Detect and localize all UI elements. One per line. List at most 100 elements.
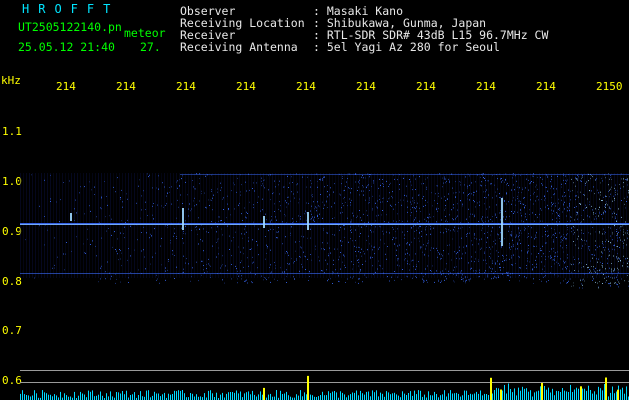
noise-dot xyxy=(311,194,312,196)
noise-dot xyxy=(617,279,618,281)
noise-dot xyxy=(241,275,242,277)
noise-dot xyxy=(473,194,474,196)
noise-dot xyxy=(476,270,477,272)
noise-dot xyxy=(427,281,428,283)
noise-dot xyxy=(596,178,597,180)
noise-dot xyxy=(276,219,277,221)
noise-dot xyxy=(227,269,228,271)
noise-dot xyxy=(356,255,357,257)
noise-dot xyxy=(157,204,158,206)
power-bar xyxy=(484,393,485,400)
noise-dot xyxy=(546,242,547,244)
noise-dot xyxy=(438,208,439,210)
noise-dot xyxy=(592,176,593,178)
noise-dot xyxy=(426,188,427,190)
noise-dot xyxy=(366,187,367,189)
noise-dot xyxy=(210,274,211,276)
noise-dot xyxy=(235,265,236,267)
noise-dot xyxy=(144,256,145,258)
grid-column xyxy=(41,173,42,278)
noise-dot xyxy=(529,183,530,185)
power-bar xyxy=(574,389,575,400)
noise-dot xyxy=(498,255,499,257)
noise-dot xyxy=(623,231,624,233)
noise-dot xyxy=(617,284,618,286)
noise-dot xyxy=(344,189,345,191)
noise-dot xyxy=(611,270,612,272)
noise-dot xyxy=(368,235,369,237)
noise-dot xyxy=(517,195,518,197)
noise-dot xyxy=(168,260,169,262)
grid-column xyxy=(23,173,24,278)
noise-dot xyxy=(54,264,55,266)
noise-dot xyxy=(453,269,454,271)
grid-column xyxy=(524,173,525,278)
grid-column xyxy=(548,173,549,278)
grid-column xyxy=(98,173,99,278)
noise-dot xyxy=(623,229,624,231)
noise-dot xyxy=(533,278,534,280)
noise-dot xyxy=(156,274,157,276)
noise-dot xyxy=(247,213,248,214)
grid-column xyxy=(425,173,426,278)
noise-dot xyxy=(539,279,540,280)
power-bar xyxy=(124,394,125,400)
noise-dot xyxy=(323,176,324,178)
power-bar xyxy=(476,391,477,400)
noise-dot xyxy=(513,173,514,174)
noise-dot xyxy=(484,272,485,273)
grid-column xyxy=(542,173,543,278)
noise-dot xyxy=(547,235,548,237)
noise-dot xyxy=(462,253,463,255)
noise-dot xyxy=(237,282,238,284)
noise-dot xyxy=(152,205,153,207)
power-bar xyxy=(462,395,463,400)
noise-dot xyxy=(311,205,312,207)
noise-dot xyxy=(409,179,410,180)
noise-dot xyxy=(392,197,393,199)
noise-dot xyxy=(589,204,590,206)
noise-dot xyxy=(581,215,582,216)
power-peak xyxy=(605,377,607,400)
grid-column xyxy=(317,173,318,278)
noise-dot xyxy=(330,187,331,189)
noise-dot xyxy=(515,236,516,238)
noise-dot xyxy=(397,245,398,247)
x-tick-label: 214 xyxy=(356,80,376,93)
power-bar xyxy=(538,390,539,400)
noise-dot xyxy=(94,186,95,188)
detection-count: 27. xyxy=(140,40,161,54)
noise-dot xyxy=(550,188,551,190)
noise-dot xyxy=(600,182,601,184)
noise-dot xyxy=(379,225,380,227)
noise-dot xyxy=(300,256,301,258)
power-bar xyxy=(488,395,489,400)
noise-dot xyxy=(551,236,552,238)
noise-dot xyxy=(554,263,555,265)
noise-dot xyxy=(551,257,552,259)
noise-dot xyxy=(128,277,129,279)
noise-dot xyxy=(610,208,611,210)
noise-dot xyxy=(442,186,443,188)
noise-dot xyxy=(539,213,540,215)
noise-dot xyxy=(261,177,262,179)
grid-column xyxy=(485,173,486,278)
grid-column xyxy=(623,173,624,278)
noise-dot xyxy=(551,205,552,207)
app-brand: HROFFT xyxy=(22,2,120,16)
grid-column xyxy=(335,173,336,278)
noise-dot xyxy=(601,271,602,273)
noise-dot xyxy=(614,244,615,246)
noise-dot xyxy=(370,257,371,259)
noise-dot xyxy=(467,233,468,234)
noise-dot xyxy=(358,225,359,227)
noise-dot xyxy=(227,203,228,205)
noise-dot xyxy=(506,259,507,261)
noise-dot xyxy=(492,216,493,218)
noise-dot xyxy=(327,207,328,208)
noise-dot xyxy=(466,235,467,237)
noise-dot xyxy=(564,192,565,193)
noise-dot xyxy=(265,258,266,260)
noise-dot xyxy=(617,235,618,237)
noise-dot xyxy=(562,239,563,241)
